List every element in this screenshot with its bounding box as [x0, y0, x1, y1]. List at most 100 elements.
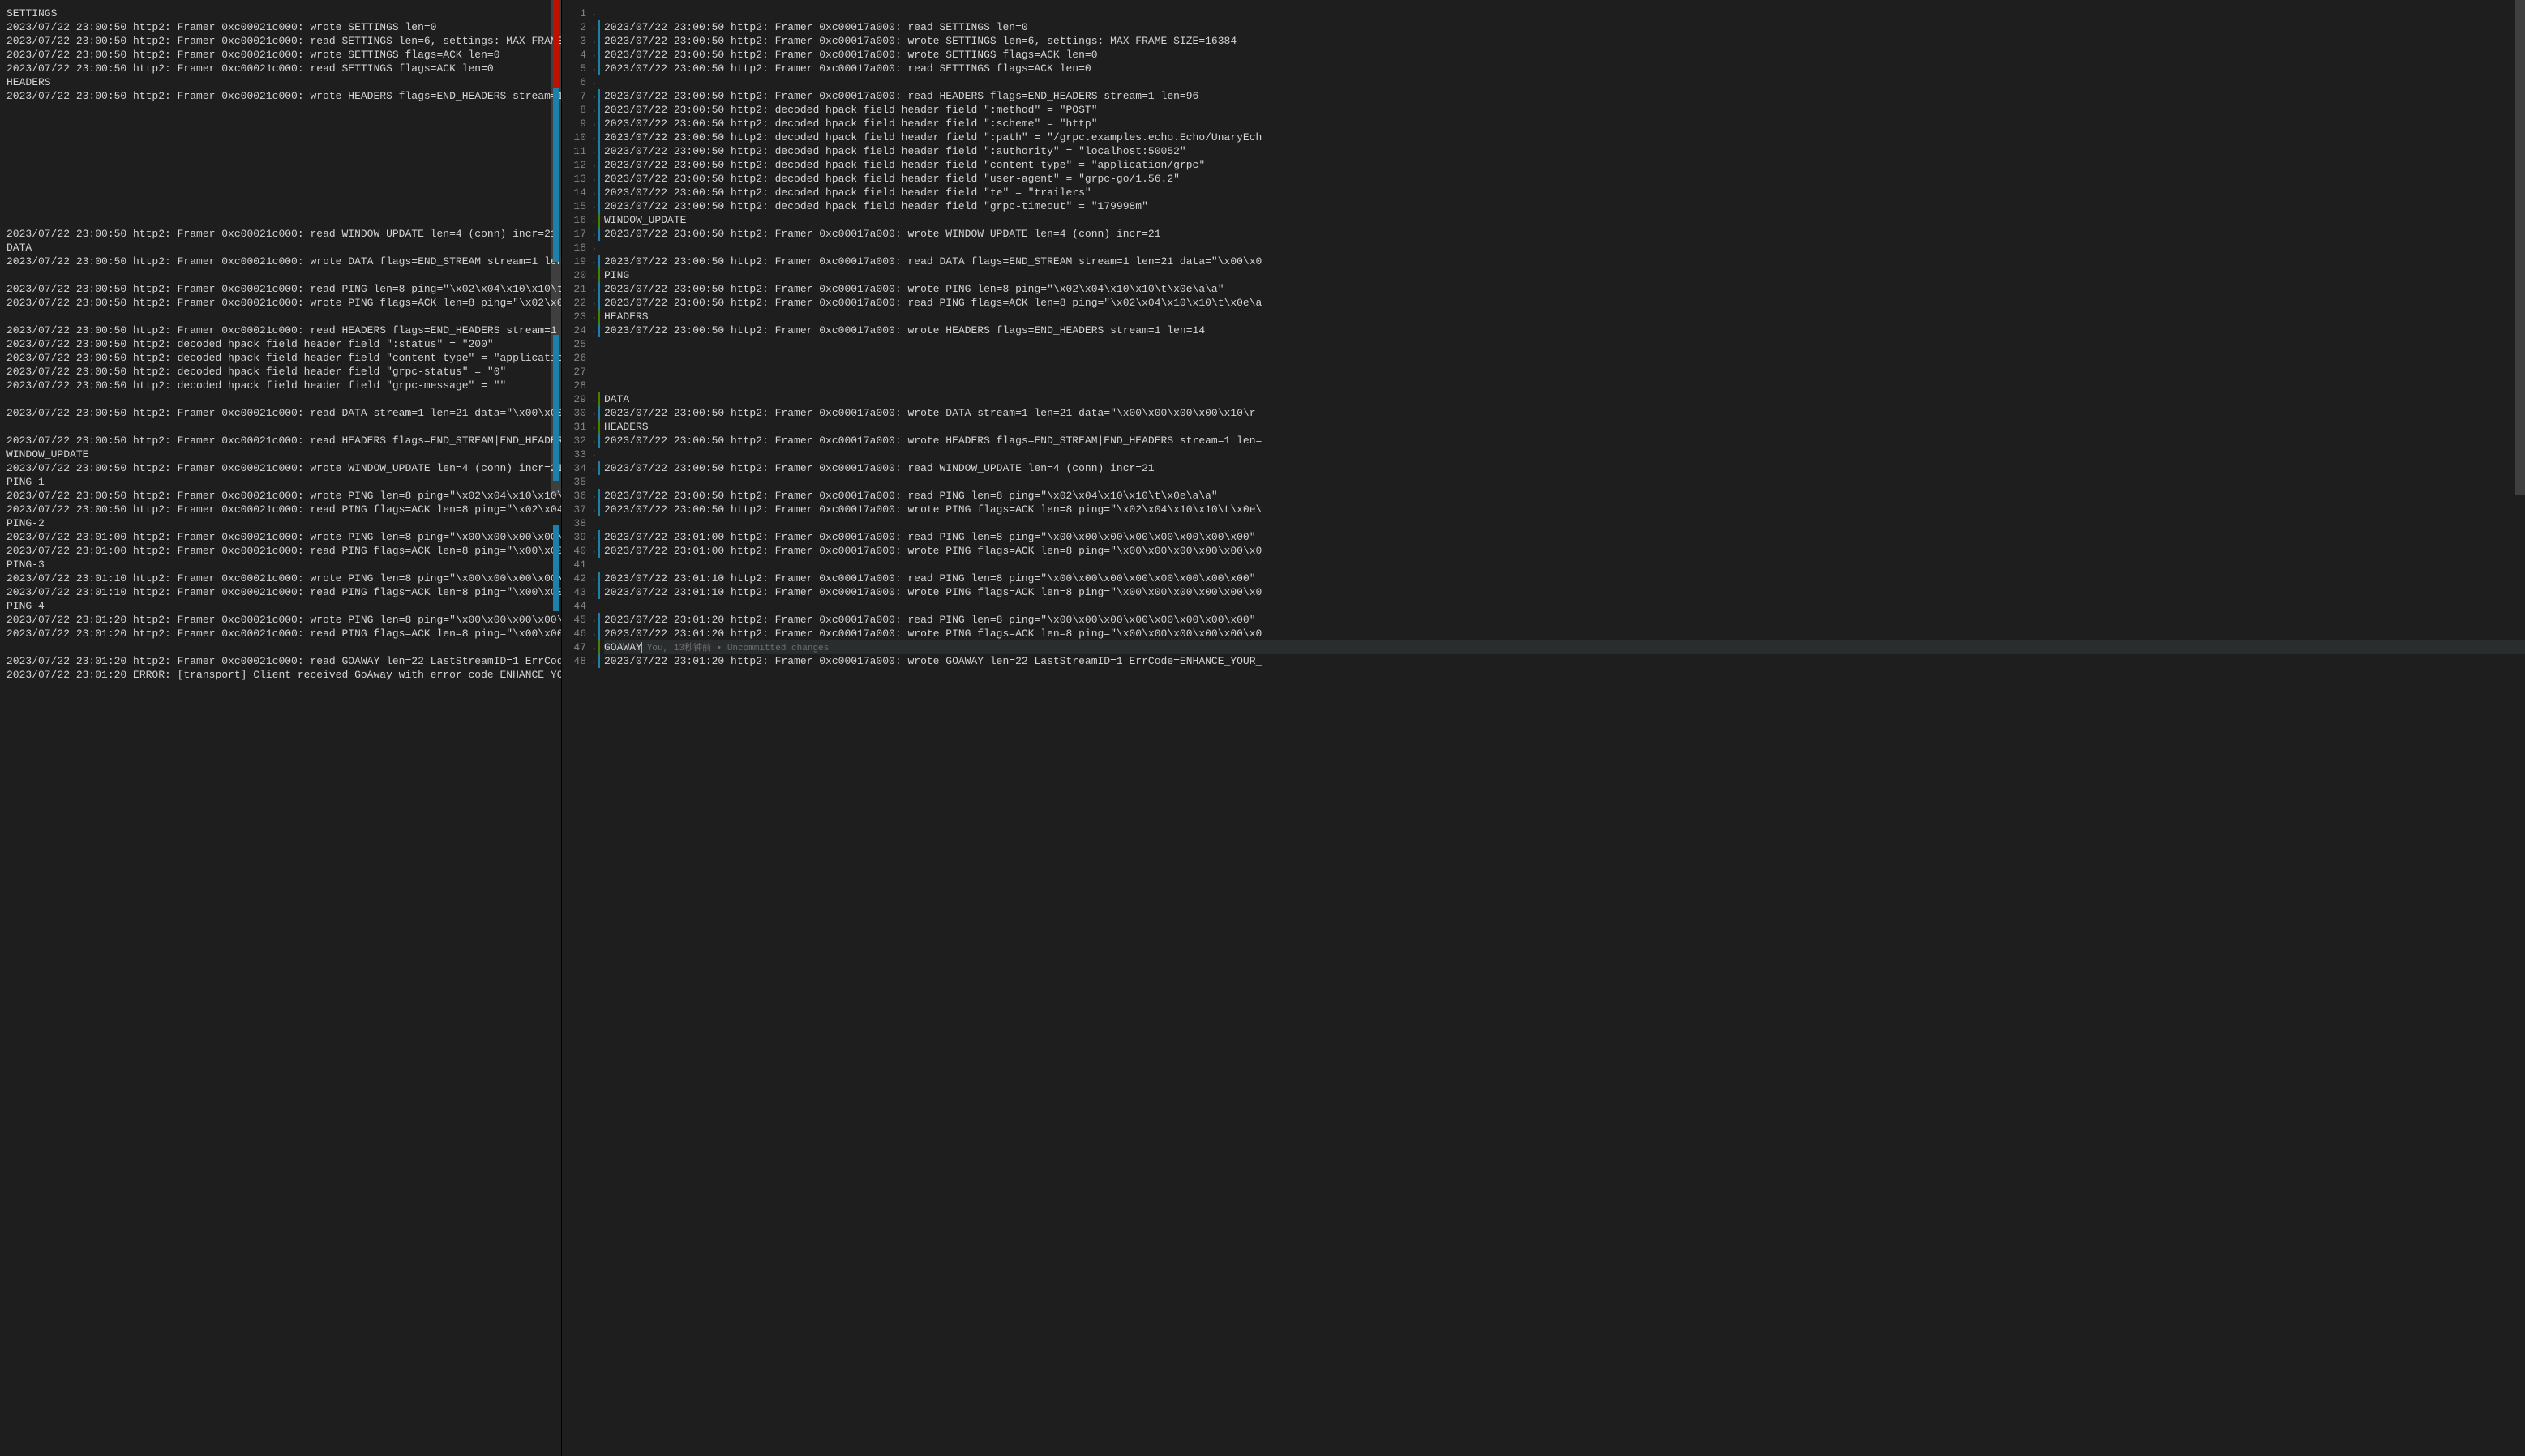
code-line[interactable]: 2023/07/22 23:00:50 http2: Framer 0xc000… — [604, 406, 2525, 420]
code-line[interactable]: 2023/07/22 23:01:10 http2: Framer 0xc000… — [6, 572, 561, 585]
code-line[interactable]: 2023/07/22 23:00:50 http2: Framer 0xc000… — [604, 48, 2525, 62]
code-line[interactable]: GOAWAYYou, 13秒钟前 • Uncommitted changes — [604, 640, 2525, 654]
code-line[interactable]: DATA — [6, 241, 561, 255]
line-number[interactable]: 34› — [562, 461, 598, 475]
line-number[interactable]: 24› — [562, 323, 598, 337]
overview-mark[interactable] — [553, 335, 559, 393]
code-line[interactable] — [604, 6, 2525, 20]
code-line[interactable]: 2023/07/22 23:00:50 http2: Framer 0xc000… — [6, 296, 561, 310]
line-number[interactable]: 37› — [562, 503, 598, 516]
code-line[interactable]: 2023/07/22 23:00:50 http2: decoded hpack… — [604, 199, 2525, 213]
code-line[interactable]: WINDOW_UPDATE — [604, 213, 2525, 227]
code-line[interactable] — [6, 640, 561, 654]
code-line[interactable]: PING-2 — [6, 516, 561, 530]
code-line[interactable]: 2023/07/22 23:00:50 http2: decoded hpack… — [604, 186, 2525, 199]
code-line[interactable] — [6, 213, 561, 227]
line-number[interactable]: 8› — [562, 103, 598, 117]
line-number[interactable]: 28 — [562, 379, 598, 392]
line-number[interactable]: 6› — [562, 75, 598, 89]
line-number[interactable]: 45› — [562, 613, 598, 627]
code-line[interactable]: 2023/07/22 23:01:20 http2: Framer 0xc000… — [604, 654, 2525, 668]
code-line[interactable] — [6, 420, 561, 434]
code-line[interactable]: 2023/07/22 23:00:50 http2: decoded hpack… — [6, 337, 561, 351]
line-number[interactable]: 19› — [562, 255, 598, 268]
code-line[interactable]: 2023/07/22 23:00:50 http2: Framer 0xc000… — [604, 227, 2525, 241]
line-number[interactable]: 11› — [562, 144, 598, 158]
code-line[interactable]: 2023/07/22 23:01:00 http2: Framer 0xc000… — [6, 544, 561, 558]
code-line[interactable]: 2023/07/22 23:00:50 http2: Framer 0xc000… — [6, 34, 561, 48]
line-number[interactable]: 9› — [562, 117, 598, 131]
line-number[interactable]: 30› — [562, 406, 598, 420]
line-number[interactable]: 26 — [562, 351, 598, 365]
code-line[interactable]: 2023/07/22 23:01:10 http2: Framer 0xc000… — [604, 572, 2525, 585]
line-number[interactable]: 5› — [562, 62, 598, 75]
line-number[interactable]: 44 — [562, 599, 598, 613]
code-line[interactable]: SETTINGS — [6, 6, 561, 20]
code-line[interactable]: 2023/07/22 23:00:50 http2: decoded hpack… — [604, 172, 2525, 186]
code-line[interactable] — [604, 516, 2525, 530]
code-line[interactable]: PING-1 — [6, 475, 561, 489]
line-number[interactable]: 38 — [562, 516, 598, 530]
code-line[interactable]: 2023/07/22 23:01:00 http2: Framer 0xc000… — [604, 530, 2525, 544]
line-number[interactable]: 43› — [562, 585, 598, 599]
overview-mark[interactable] — [553, 393, 559, 481]
line-number[interactable]: 13› — [562, 172, 598, 186]
code-line[interactable] — [604, 558, 2525, 572]
code-line[interactable] — [604, 448, 2525, 461]
code-line[interactable]: 2023/07/22 23:01:20 http2: Framer 0xc000… — [6, 654, 561, 668]
code-line[interactable] — [604, 379, 2525, 392]
line-number[interactable]: 31› — [562, 420, 598, 434]
line-number[interactable]: 14› — [562, 186, 598, 199]
code-line[interactable]: 2023/07/22 23:00:50 http2: Framer 0xc000… — [6, 461, 561, 475]
code-line[interactable]: 2023/07/22 23:00:50 http2: decoded hpack… — [604, 144, 2525, 158]
code-line[interactable] — [6, 310, 561, 323]
code-line[interactable] — [6, 158, 561, 172]
line-number[interactable]: 39› — [562, 530, 598, 544]
code-line[interactable]: 2023/07/22 23:00:50 http2: Framer 0xc000… — [604, 282, 2525, 296]
code-line[interactable]: 2023/07/22 23:00:50 http2: Framer 0xc000… — [604, 461, 2525, 475]
code-line[interactable]: 2023/07/22 23:00:50 http2: Framer 0xc000… — [604, 323, 2525, 337]
code-line[interactable] — [604, 75, 2525, 89]
code-line[interactable]: 2023/07/22 23:00:50 http2: Framer 0xc000… — [604, 434, 2525, 448]
code-line[interactable]: PING-3 — [6, 558, 561, 572]
line-number[interactable]: 15› — [562, 199, 598, 213]
code-line[interactable]: 2023/07/22 23:01:20 http2: Framer 0xc000… — [6, 627, 561, 640]
code-line[interactable]: 2023/07/22 23:00:50 http2: Framer 0xc000… — [6, 227, 561, 241]
code-line[interactable]: 2023/07/22 23:00:50 http2: Framer 0xc000… — [604, 503, 2525, 516]
line-number[interactable]: 18› — [562, 241, 598, 255]
line-number[interactable]: 16› — [562, 213, 598, 227]
code-line[interactable]: 2023/07/22 23:00:50 http2: decoded hpack… — [604, 117, 2525, 131]
line-number[interactable]: 3› — [562, 34, 598, 48]
code-line[interactable]: 2023/07/22 23:00:50 http2: Framer 0xc000… — [6, 406, 561, 420]
code-line[interactable]: 2023/07/22 23:01:10 http2: Framer 0xc000… — [604, 585, 2525, 599]
line-number[interactable]: 48› — [562, 654, 598, 668]
code-line[interactable]: HEADERS — [6, 75, 561, 89]
code-line[interactable]: PING — [604, 268, 2525, 282]
code-line[interactable] — [6, 144, 561, 158]
diff-right-pane[interactable]: 1›2›3›4›5›6›7›8›9›10›11›12›13›14›15›16›1… — [562, 0, 2525, 1456]
code-line[interactable] — [6, 268, 561, 282]
code-line[interactable]: 2023/07/22 23:00:50 http2: Framer 0xc000… — [604, 255, 2525, 268]
right-content[interactable]: 2023/07/22 23:00:50 http2: Framer 0xc000… — [562, 0, 2525, 668]
code-line[interactable]: PING-4 — [6, 599, 561, 613]
chevron-right-icon[interactable]: › — [592, 656, 596, 670]
code-line[interactable]: 2023/07/22 23:00:50 http2: Framer 0xc000… — [6, 48, 561, 62]
line-number[interactable]: 22› — [562, 296, 598, 310]
code-line[interactable] — [6, 186, 561, 199]
line-number[interactable]: 12› — [562, 158, 598, 172]
code-line[interactable]: 2023/07/22 23:00:50 http2: Framer 0xc000… — [6, 489, 561, 503]
line-number[interactable]: 35 — [562, 475, 598, 489]
code-line[interactable]: HEADERS — [604, 310, 2525, 323]
code-line[interactable]: 2023/07/22 23:00:50 http2: Framer 0xc000… — [6, 89, 561, 103]
code-line[interactable]: 2023/07/22 23:00:50 http2: decoded hpack… — [604, 131, 2525, 144]
line-number[interactable]: 29› — [562, 392, 598, 406]
code-line[interactable] — [604, 337, 2525, 351]
code-line[interactable]: 2023/07/22 23:00:50 http2: decoded hpack… — [604, 103, 2525, 117]
code-line[interactable]: 2023/07/22 23:01:20 http2: Framer 0xc000… — [6, 613, 561, 627]
line-number[interactable]: 17› — [562, 227, 598, 241]
code-line[interactable] — [604, 241, 2525, 255]
line-number[interactable]: 47› — [562, 640, 598, 654]
code-line[interactable]: 2023/07/22 23:00:50 http2: Framer 0xc000… — [6, 255, 561, 268]
code-line[interactable]: WINDOW_UPDATE — [6, 448, 561, 461]
code-line[interactable] — [6, 131, 561, 144]
